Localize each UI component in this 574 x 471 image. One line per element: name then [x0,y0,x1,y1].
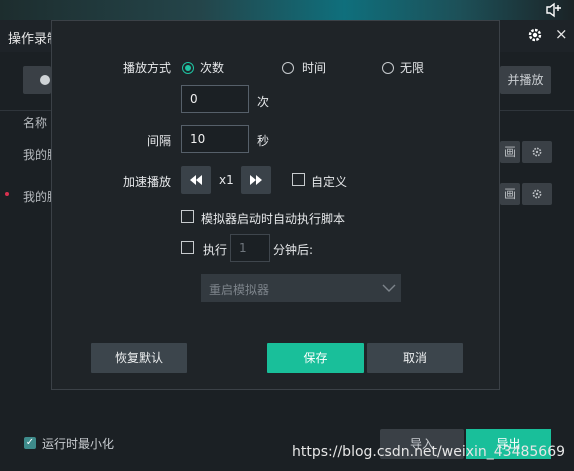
gear-icon [532,189,542,199]
save-button[interactable]: 保存 [267,343,364,373]
radio-unlimited-label: 无限 [400,61,425,75]
fast-forward-icon [250,175,262,185]
cancel-button[interactable]: 取消 [367,343,463,373]
record-button[interactable] [23,66,51,94]
action-select[interactable]: 重启模拟器 [201,274,401,302]
row-edit-button[interactable]: 画 [500,183,520,205]
execute-label: 执行 [203,243,228,257]
execute-after-label: 分钟后: [273,243,314,257]
rewind-icon [190,175,202,185]
interval-unit: 秒 [257,134,270,148]
gear-icon [532,147,542,157]
radio-count-label: 次数 [200,61,225,75]
custom-speed-label: 自定义 [311,175,348,189]
speed-value: x1 [219,173,234,187]
gear-icon[interactable] [526,26,544,44]
speed-up-button[interactable] [241,166,271,194]
interval-input[interactable] [181,125,249,153]
restore-defaults-button[interactable]: 恢复默认 [91,343,187,373]
play-all-button[interactable]: 并播放 [500,66,551,94]
speaker-icon[interactable] [545,2,565,18]
count-unit: 次 [257,95,270,109]
auto-run-checkbox[interactable] [181,210,194,223]
radio-time-label: 时间 [302,61,327,75]
radio-time[interactable] [282,61,294,74]
interval-label: 间隔 [147,134,172,148]
minimize-checkbox[interactable]: ✓ [24,437,36,449]
play-mode-option-unlimited[interactable]: 无限 [382,59,424,76]
play-mode-option-count[interactable]: 次数 [182,59,224,76]
count-input[interactable] [181,85,249,113]
running-indicator [5,192,9,196]
row-settings-button[interactable] [522,183,552,205]
top-banner [0,0,574,20]
row-settings-button[interactable] [522,141,552,163]
auto-run-label: 模拟器启动时自动执行脚本 [201,212,346,226]
play-mode-option-time[interactable]: 时间 [282,59,326,76]
speed-label: 加速播放 [123,175,172,189]
speed-down-button[interactable] [181,166,211,194]
execute-minutes-input[interactable] [230,234,270,262]
row-edit-button[interactable]: 画 [500,141,520,163]
record-dot-icon [40,75,50,85]
watermark: https://blog.csdn.net/weixin_43485669 [292,444,566,460]
minimize-label: 运行时最小化 [42,437,115,451]
play-settings-dialog: 播放方式 次数 时间 无限 次 间隔 秒 加速播放 x1 自定义 模拟器启动时自… [51,20,500,390]
radio-unlimited[interactable] [382,61,394,74]
close-icon[interactable]: × [555,25,568,43]
column-header-name: 名称 [23,116,48,130]
custom-speed-checkbox[interactable] [292,173,305,186]
action-select-value: 重启模拟器 [209,283,270,297]
play-mode-label: 播放方式 [123,61,172,75]
radio-count[interactable] [182,61,194,74]
chevron-down-icon [382,284,396,292]
execute-after-checkbox[interactable] [181,241,194,254]
